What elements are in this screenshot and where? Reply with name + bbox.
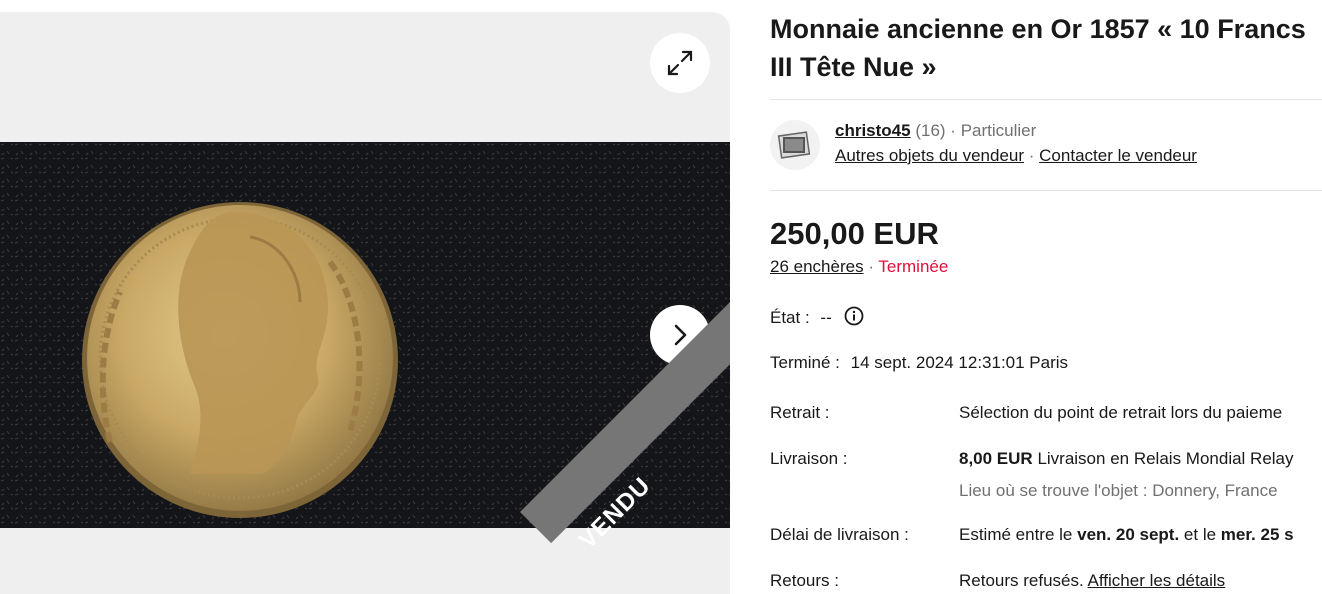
shipping-label: Livraison :: [770, 449, 848, 468]
other-items-link[interactable]: Autres objets du vendeur: [835, 146, 1024, 165]
pickup-row: Retrait : Sélection du point de retrait …: [770, 403, 1322, 427]
seller-info: christo45 (16) · Particulier: [835, 121, 1036, 141]
seller-type: Particulier: [960, 121, 1037, 140]
seller-feedback: (16): [915, 121, 946, 140]
pickup-label: Retrait :: [770, 403, 830, 422]
separator-dot: ·: [1028, 146, 1035, 165]
bids-link[interactable]: 26 enchères: [770, 257, 864, 276]
separator-dot: ·: [868, 257, 874, 276]
delivery-time-label: Délai de livraison :: [770, 525, 909, 544]
shipping-value: 8,00 EUR Livraison en Relais Mondial Rel…: [959, 449, 1294, 469]
delivery-date-end: mer. 25 s: [1220, 525, 1294, 544]
ended-row: Terminé : 14 sept. 2024 12:31:01 Paris: [770, 353, 1068, 373]
returns-details-link[interactable]: Afficher les détails: [1088, 571, 1226, 590]
returns-row: Retours : Retours refusés. Afficher les …: [770, 571, 1322, 594]
returns-policy: Retours refusés.: [959, 571, 1084, 590]
seller-avatar-icon: [777, 131, 811, 159]
delivery-time-value: Estimé entre le ven. 20 sept. et le mer.…: [959, 525, 1294, 545]
ended-value: 14 sept. 2024 12:31:01 Paris: [850, 353, 1069, 372]
shipping-price: 8,00 EUR: [959, 449, 1033, 468]
condition-value: --: [820, 308, 832, 327]
ended-label: Terminé :: [770, 353, 840, 372]
delivery-date-start: ven. 20 sept.: [1077, 525, 1180, 544]
price: 250,00 EUR: [770, 216, 939, 251]
shipping-row: Livraison : 8,00 EUR Livraison en Relais…: [770, 449, 1322, 509]
delivery-time-row: Délai de livraison : Estimé entre le ven…: [770, 525, 1322, 549]
delivery-mid: et le: [1183, 525, 1217, 544]
pickup-value: Sélection du point de retrait lors du pa…: [959, 403, 1283, 422]
condition-row: État : --: [770, 306, 864, 328]
returns-value: Retours refusés. Afficher les détails: [959, 571, 1225, 591]
divider: [770, 99, 1322, 100]
listing-title-line2: III Tête Nue »: [770, 52, 937, 82]
seller-links: Autres objets du vendeur · Contacter le …: [835, 146, 1197, 166]
bids-status: 26 enchères · Terminée: [770, 257, 948, 277]
returns-label: Retours :: [770, 571, 839, 590]
listing-title: Monnaie ancienne en Or 1857 « 10 Francs …: [770, 10, 1322, 86]
seller-name-link[interactable]: christo45: [835, 121, 911, 140]
listing-title-line1: Monnaie ancienne en Or 1857 « 10 Francs: [770, 14, 1306, 44]
condition-label: État :: [770, 308, 810, 327]
image-gallery[interactable]: VENDU: [0, 12, 730, 594]
item-location: Lieu où se trouve l'objet : Donnery, Fra…: [959, 481, 1278, 500]
expand-icon: [667, 50, 693, 76]
shipping-method: Livraison en Relais Mondial Relay: [1037, 449, 1294, 468]
seller-avatar[interactable]: [770, 120, 820, 170]
contact-seller-link[interactable]: Contacter le vendeur: [1039, 146, 1197, 165]
auction-status: Terminée: [878, 257, 949, 276]
delivery-prefix: Estimé entre le: [959, 525, 1073, 544]
divider: [770, 190, 1322, 191]
separator-dot: ·: [950, 121, 956, 140]
info-icon[interactable]: [844, 306, 864, 326]
expand-button[interactable]: [650, 33, 710, 93]
